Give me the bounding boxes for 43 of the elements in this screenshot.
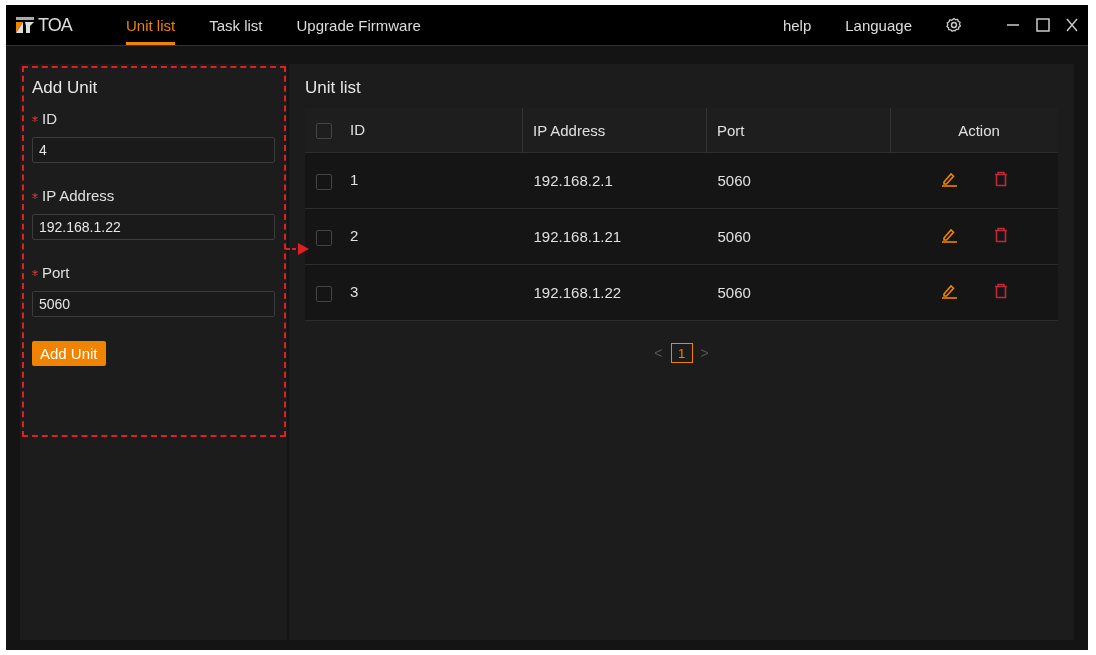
panel-title: Add Unit xyxy=(32,78,99,98)
column-header: Port xyxy=(717,121,745,139)
delete-icon[interactable] xyxy=(993,227,1008,243)
table-cell: 1 xyxy=(350,171,359,189)
input-field[interactable]: 5060 xyxy=(32,291,275,317)
column-header: ID xyxy=(350,121,365,138)
delete-icon[interactable] xyxy=(993,171,1008,187)
menu-link[interactable]: help xyxy=(782,5,812,45)
menu-link[interactable]: Language xyxy=(845,5,912,45)
table-cell: 3 xyxy=(350,283,359,301)
pointer-arrow xyxy=(286,242,310,256)
settings-icon[interactable] xyxy=(946,17,962,33)
nav-tab[interactable]: Unit list xyxy=(126,5,176,45)
column-header: Action xyxy=(958,121,1000,139)
maximize-icon[interactable] xyxy=(1036,18,1050,32)
close-icon[interactable] xyxy=(1066,18,1078,32)
edit-icon[interactable] xyxy=(940,283,958,299)
field-label: Port xyxy=(42,264,70,281)
field-label: IP Address xyxy=(42,187,115,204)
nav-tab[interactable]: Task list xyxy=(209,5,263,45)
input-field[interactable]: 4 xyxy=(32,137,275,163)
edit-icon[interactable] xyxy=(940,227,958,243)
table-cell: 5060 xyxy=(717,228,751,245)
checkbox[interactable] xyxy=(316,285,332,302)
table-cell: 192.168.1.22 xyxy=(533,284,622,301)
checkbox[interactable] xyxy=(316,123,332,139)
nav-tab[interactable]: Upgrade Firmware xyxy=(296,5,421,45)
page-number[interactable]: 1 xyxy=(670,343,693,363)
delete-icon[interactable] xyxy=(993,283,1008,299)
table-cell: 5060 xyxy=(717,284,751,301)
table-cell: 5060 xyxy=(717,172,751,189)
edit-icon[interactable] xyxy=(940,171,958,187)
panel-title: Unit list xyxy=(305,78,362,98)
column-header: IP Address xyxy=(533,121,606,139)
checkbox[interactable] xyxy=(316,229,332,246)
table-cell: 2 xyxy=(350,227,359,245)
field-label: ID xyxy=(42,110,57,127)
checkbox[interactable] xyxy=(316,173,332,190)
logo-text: TOA xyxy=(38,14,72,36)
table-cell: 192.168.2.1 xyxy=(533,172,613,189)
logo-icon xyxy=(16,17,34,33)
table-cell: 192.168.1.21 xyxy=(533,228,622,245)
input-field[interactable]: 192.168.1.22 xyxy=(32,214,275,240)
